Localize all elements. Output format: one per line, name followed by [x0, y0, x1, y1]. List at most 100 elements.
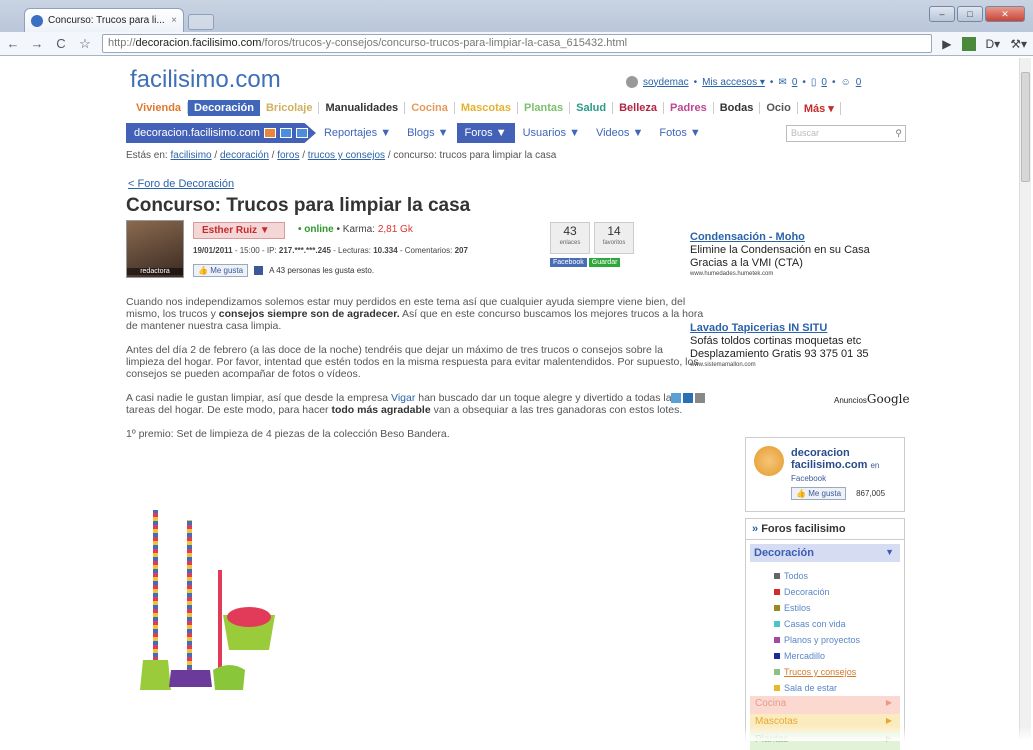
search-icon[interactable]: ⚲ [895, 126, 902, 141]
address-bar[interactable]: http://decoracion.facilisimo.com/foros/t… [102, 34, 933, 53]
category-belleza[interactable]: Belleza [613, 102, 665, 114]
foro-item-label: Decoración [784, 587, 830, 597]
foro-item[interactable]: Decoración [774, 584, 904, 600]
category-salud[interactable]: Salud [570, 102, 614, 114]
facebook-page-name[interactable]: decoracion facilisimo.com en Facebook [791, 447, 904, 485]
foros-selected-category[interactable]: Decoración ▼ [750, 544, 900, 562]
favoritos-label: favoritos [602, 240, 626, 246]
page-name[interactable]: decoracion facilisimo.com [791, 447, 867, 471]
friends-icon: ☺ [840, 76, 851, 88]
category-más[interactable]: Más ▾ [798, 101, 841, 115]
nav-fotos[interactable]: Fotos ▼ [651, 127, 708, 139]
nav-blogs[interactable]: Blogs ▼ [399, 127, 456, 139]
ad-title[interactable]: Lavado Tapicerias IN SITU [690, 322, 869, 335]
broom-head [169, 670, 212, 687]
facebook-icon[interactable] [279, 128, 292, 138]
site-logo[interactable]: facilisimo.com [130, 66, 281, 94]
scrollbar-thumb[interactable] [1021, 72, 1030, 182]
fb-like-button[interactable]: 👍 Me gusta [791, 487, 847, 500]
back-arrow-icon[interactable]: ← [6, 36, 20, 51]
paragraph: A casi nadie le gustan limpiar, así que … [126, 392, 704, 416]
foros-title: Foros facilisimo [761, 523, 846, 535]
scrollbar[interactable] [1019, 58, 1031, 741]
page-avatar[interactable] [754, 446, 784, 476]
guardar-button[interactable]: Guardar [588, 258, 621, 267]
extension-icon[interactable] [961, 36, 976, 51]
browser-tab[interactable]: Concurso: Trucos para li... × [24, 8, 184, 32]
enlaces-value: 43 [563, 224, 577, 238]
ad-block[interactable]: Condensación - Moho Elimine la Condensac… [690, 231, 870, 278]
ad-block[interactable]: Lavado Tapicerias IN SITU Sofás toldos c… [690, 322, 869, 369]
page-menu-button[interactable]: D▾ [986, 37, 1001, 51]
foro-item[interactable]: Todos [774, 568, 904, 584]
category-plantas[interactable]: Plantas [518, 102, 571, 114]
mis-accesos-link[interactable]: Mis accesos ▾ [702, 77, 765, 88]
bucket-rim [227, 607, 271, 627]
twitter-icon[interactable] [295, 128, 308, 138]
author-avatar[interactable]: redactora [126, 220, 184, 278]
author-menu-button[interactable]: Esther Ruiz ▼ [193, 222, 285, 239]
bullet-icon [774, 621, 780, 627]
bullet-icon [774, 653, 780, 659]
close-window-button[interactable]: ✕ [985, 6, 1025, 22]
category-mascotas[interactable]: Mascotas [455, 102, 519, 114]
friends-count[interactable]: 0 [856, 77, 862, 88]
category-ocio[interactable]: Ocio [760, 102, 798, 114]
ad-prev-icon[interactable] [671, 393, 681, 403]
enlaces-counter[interactable]: 43 enlaces [550, 222, 590, 254]
facebook-share-button[interactable]: Facebook [550, 258, 587, 267]
maximize-button[interactable]: □ [957, 6, 983, 22]
minimize-button[interactable]: – [929, 6, 955, 22]
nav-reportajes[interactable]: Reportajes ▼ [316, 127, 399, 139]
nav-foros[interactable]: Foros ▼ [456, 123, 515, 143]
breadcrumb-link[interactable]: foros [277, 150, 299, 161]
notes-count[interactable]: 0 [821, 77, 827, 88]
foro-item[interactable]: Casas con vida [774, 616, 904, 632]
ad-title[interactable]: Condensación - Moho [690, 231, 870, 244]
category-decoración[interactable]: Decoración [188, 100, 260, 116]
category-padres[interactable]: Padres [664, 102, 714, 114]
breadcrumb-link[interactable]: decoración [220, 150, 269, 161]
forward-arrow-icon[interactable]: → [30, 36, 44, 51]
foro-category[interactable]: Cocina ▶ [750, 696, 900, 714]
ad-info-icon[interactable] [695, 393, 705, 403]
rss-icon[interactable] [263, 128, 276, 138]
ad-url[interactable]: www.humedades.humetek.com [690, 270, 870, 278]
username-link[interactable]: soydemac [643, 77, 689, 88]
foro-item-label: Sala de estar [784, 683, 838, 693]
ad-next-icon[interactable] [683, 393, 693, 403]
tools-menu-button[interactable]: ⚒▾ [1010, 37, 1027, 51]
category-vivienda[interactable]: Vivienda [130, 102, 189, 114]
category-bricolaje[interactable]: Bricolaje [260, 102, 320, 114]
bookmark-star-icon[interactable]: ☆ [78, 36, 92, 52]
favoritos-counter[interactable]: 14 favoritos [594, 222, 634, 254]
category-nav: Vivienda Decoración Bricolaje Manualidades C… [130, 100, 841, 116]
breadcrumb-link[interactable]: facilisimo [170, 150, 211, 161]
like-button[interactable]: 👍 Me gusta [193, 264, 249, 277]
foro-item[interactable]: Planos y proyectos [774, 632, 904, 648]
foro-item-label: Todos [784, 571, 809, 581]
foro-item[interactable]: Estilos [774, 600, 904, 616]
new-tab-button[interactable] [188, 14, 214, 30]
category-bodas[interactable]: Bodas [714, 102, 761, 114]
foro-item[interactable]: Mercadillo [774, 648, 904, 664]
play-icon[interactable]: ▶ [942, 37, 951, 51]
subsite-home-link[interactable]: decoracion.facilisimo.com [126, 123, 316, 143]
nav-usuarios[interactable]: Usuarios ▼ [515, 127, 588, 139]
breadcrumb-link[interactable]: trucos y consejos [308, 150, 385, 161]
mop-head [140, 660, 171, 690]
ad-url[interactable]: www.sistemamallon.com [690, 361, 869, 369]
foro-item[interactable]: Trucos y consejos [774, 664, 904, 680]
messages-count[interactable]: 0 [792, 77, 798, 88]
tab-close-icon[interactable]: × [171, 15, 177, 26]
facebook-label[interactable]: Facebook [791, 474, 826, 483]
ads-by-google[interactable]: AnunciosGoogle [834, 392, 910, 406]
reload-icon[interactable]: C [54, 36, 68, 51]
search-input[interactable]: Buscar ⚲ [786, 124, 906, 142]
foro-item[interactable]: Sala de estar [774, 680, 904, 696]
vigar-link[interactable]: Vigar [391, 392, 415, 404]
back-to-forum-link[interactable]: < Foro de Decoración [128, 178, 234, 190]
nav-videos[interactable]: Videos ▼ [588, 127, 651, 139]
category-cocina[interactable]: Cocina [405, 102, 455, 114]
category-manualidades[interactable]: Manualidades [319, 102, 406, 114]
